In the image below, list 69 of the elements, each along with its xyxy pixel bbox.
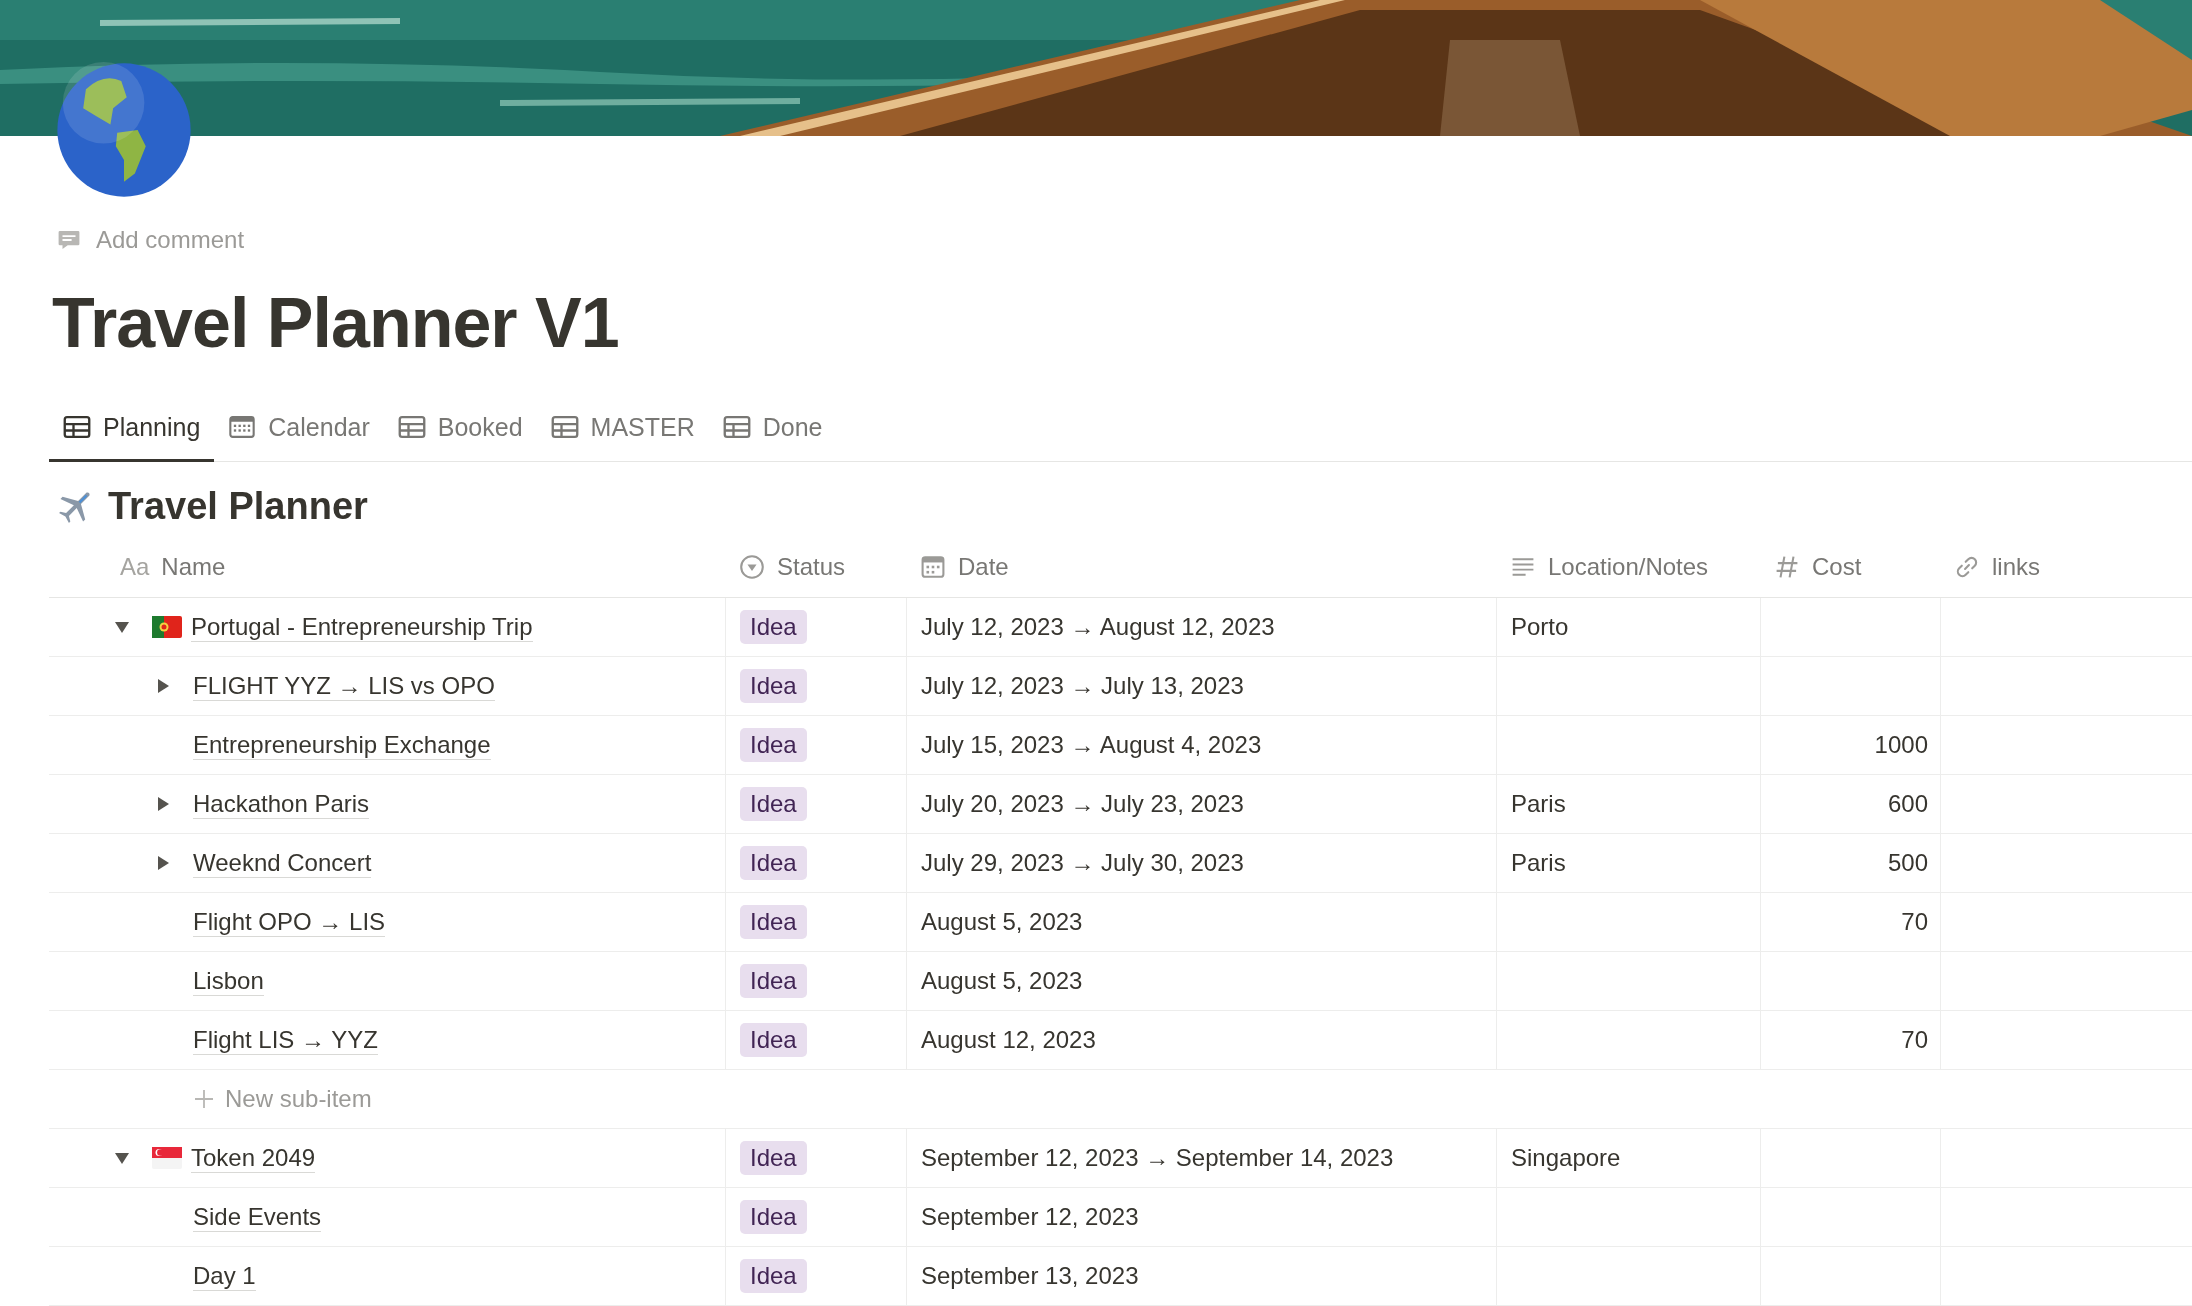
table-icon — [722, 415, 751, 439]
table-cell: August 12, 2023 — [921, 1026, 1096, 1054]
table-cell: July 29, 2023 → July 30, 2023 — [921, 849, 1244, 877]
table-icon — [550, 415, 579, 439]
status-tag: Idea — [740, 1141, 807, 1175]
table-cell: September 13, 2023 — [921, 1262, 1139, 1290]
globe-icon — [56, 62, 192, 198]
item-name-link[interactable]: Portugal - Entrepreneurship Trip — [191, 612, 533, 642]
status-tag: Idea — [740, 610, 807, 644]
table-cell: 500 — [1887, 849, 1928, 877]
status-tag: Idea — [740, 846, 807, 880]
item-name-link[interactable]: Lisbon — [193, 966, 264, 996]
table-icon — [397, 415, 426, 439]
item-name-link[interactable]: Day 1 — [193, 1261, 256, 1291]
table-cell: Paris — [1511, 849, 1566, 877]
table-cell: July 15, 2023 → August 4, 2023 — [921, 731, 1262, 759]
table-cell: 70 — [1901, 1026, 1928, 1054]
table-icon — [63, 415, 91, 439]
status-tag: Idea — [740, 964, 807, 998]
table-cell: September 12, 2023 — [921, 1203, 1139, 1231]
table-cell: Singapore — [1511, 1144, 1621, 1172]
item-name-link[interactable]: Token 2049 — [191, 1143, 316, 1173]
item-name-link[interactable]: Hackathon Paris — [193, 789, 370, 819]
item-name-link[interactable]: FLIGHT YYZ → LIS vs OPO — [193, 671, 495, 701]
table-cell: Paris — [1511, 790, 1566, 818]
view-tab[interactable]: Done — [708, 395, 837, 462]
link-icon — [1954, 554, 1980, 580]
database-title: Travel Planner — [108, 484, 368, 528]
item-name-link[interactable]: Flight OPO → LIS — [193, 907, 386, 937]
singapore-flag-icon — [152, 1147, 182, 1169]
item-name-link[interactable]: Flight LIS → YYZ — [193, 1025, 378, 1055]
table-cell: July 12, 2023 → July 13, 2023 — [921, 672, 1244, 700]
status-tag: Idea — [740, 905, 807, 939]
status-tag: Idea — [740, 787, 807, 821]
table-cell: September 12, 2023 → September 14, 2023 — [921, 1144, 1394, 1172]
table-cell: 70 — [1901, 908, 1928, 936]
view-tab[interactable]: Planning — [49, 395, 215, 462]
table-cell: 600 — [1887, 790, 1928, 818]
status-tag: Idea — [740, 1259, 807, 1293]
table-cell: July 12, 2023 → August 12, 2023 — [921, 613, 1275, 641]
portugal-flag-icon — [152, 616, 182, 638]
page-title: Travel Planner V1 — [52, 283, 620, 364]
hash-icon — [1774, 554, 1800, 580]
column-header[interactable]: Location/Notes — [1548, 553, 1709, 581]
column-header[interactable]: Name — [161, 553, 226, 581]
status-tag: Idea — [740, 1200, 807, 1234]
calendar-icon — [920, 554, 946, 580]
column-header[interactable]: links — [1992, 553, 2040, 581]
view-tab[interactable]: Calendar — [214, 395, 384, 462]
column-header[interactable]: Date — [958, 553, 1009, 581]
status-tag: Idea — [740, 669, 807, 703]
column-header[interactable]: Status — [777, 553, 846, 581]
text-type-icon: Aa — [120, 553, 150, 581]
status-tag: Idea — [740, 728, 807, 762]
table-cell: August 5, 2023 — [921, 967, 1083, 995]
status-icon — [739, 554, 765, 580]
item-name-link[interactable]: Weeknd Concert — [193, 848, 372, 878]
calendar-icon — [228, 415, 257, 439]
table-cell: August 5, 2023 — [921, 908, 1083, 936]
item-name-link[interactable]: Entrepreneurship Exchange — [193, 730, 491, 760]
plus-icon — [193, 1088, 215, 1110]
item-name-link[interactable]: Side Events — [193, 1202, 322, 1232]
view-tab[interactable]: MASTER — [536, 395, 709, 462]
table-cell: Porto — [1511, 613, 1569, 641]
status-tag: Idea — [740, 1023, 807, 1057]
column-header[interactable]: Cost — [1812, 553, 1862, 581]
table-cell: 1000 — [1874, 731, 1928, 759]
view-tab[interactable]: Booked — [383, 395, 537, 462]
table-cell: July 20, 2023 → July 23, 2023 — [921, 790, 1244, 818]
